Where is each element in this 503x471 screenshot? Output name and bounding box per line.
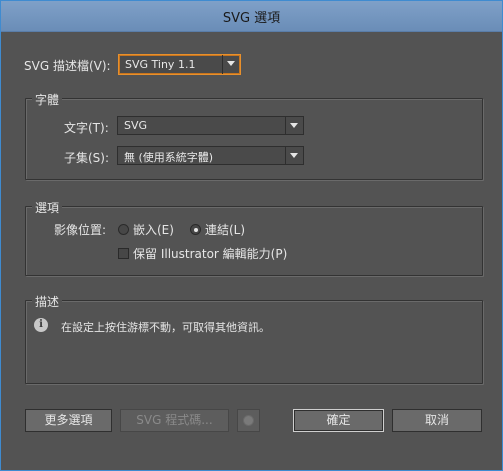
chevron-down-icon — [285, 147, 303, 164]
title-bar[interactable]: SVG 選項 — [1, 1, 502, 32]
image-location-label: 影像位置: — [54, 223, 107, 237]
options-group: 選項 — [25, 199, 483, 276]
info-icon: i — [34, 318, 48, 332]
link-label[interactable]: 連結(L) — [205, 221, 245, 238]
font-subset-value: 無 (使用系統字體) — [124, 151, 214, 164]
svg-options-dialog: SVG 選項 SVG 描述檔(V): SVG Tiny 1.1 字體 文字(T)… — [0, 0, 503, 471]
cancel-button[interactable]: 取消 — [392, 409, 482, 432]
font-type-label: 文字(T): — [64, 121, 109, 135]
profile-label: SVG 描述檔(V): — [24, 59, 111, 73]
description-group-title: 描述 — [32, 293, 63, 310]
preserve-editing-label[interactable]: 保留 Illustrator 編輯能力(P) — [133, 245, 287, 262]
link-radio[interactable] — [190, 224, 201, 235]
chevron-down-icon — [222, 55, 240, 74]
dialog-title: SVG 選項 — [222, 11, 281, 26]
font-type-dropdown[interactable]: SVG — [117, 116, 304, 135]
chevron-down-icon — [285, 117, 303, 134]
globe-icon — [243, 415, 254, 426]
profile-value: SVG Tiny 1.1 — [125, 58, 196, 71]
font-subset-dropdown[interactable]: 無 (使用系統字體) — [117, 146, 304, 165]
dialog-body: SVG 描述檔(V): SVG Tiny 1.1 字體 文字(T): SVG 子… — [9, 32, 494, 464]
description-group: 描述 — [25, 293, 483, 384]
more-options-button[interactable]: 更多選項 — [25, 409, 112, 432]
fonts-group: 字體 — [25, 91, 483, 180]
font-type-value: SVG — [124, 119, 148, 132]
ok-button[interactable]: 確定 — [293, 409, 384, 432]
web-preview-button[interactable] — [237, 409, 260, 432]
preserve-editing-checkbox[interactable] — [118, 248, 129, 259]
fonts-group-title: 字體 — [32, 91, 63, 108]
embed-radio[interactable] — [118, 224, 129, 235]
description-text: 在設定上按住游標不動，可取得其他資訊。 — [61, 321, 270, 334]
svg-code-button[interactable]: SVG 程式碼... — [120, 409, 229, 432]
font-subset-label: 子集(S): — [64, 151, 110, 165]
profile-dropdown[interactable]: SVG Tiny 1.1 — [118, 54, 241, 75]
embed-label[interactable]: 嵌入(E) — [133, 221, 174, 238]
options-group-title: 選項 — [32, 199, 63, 216]
